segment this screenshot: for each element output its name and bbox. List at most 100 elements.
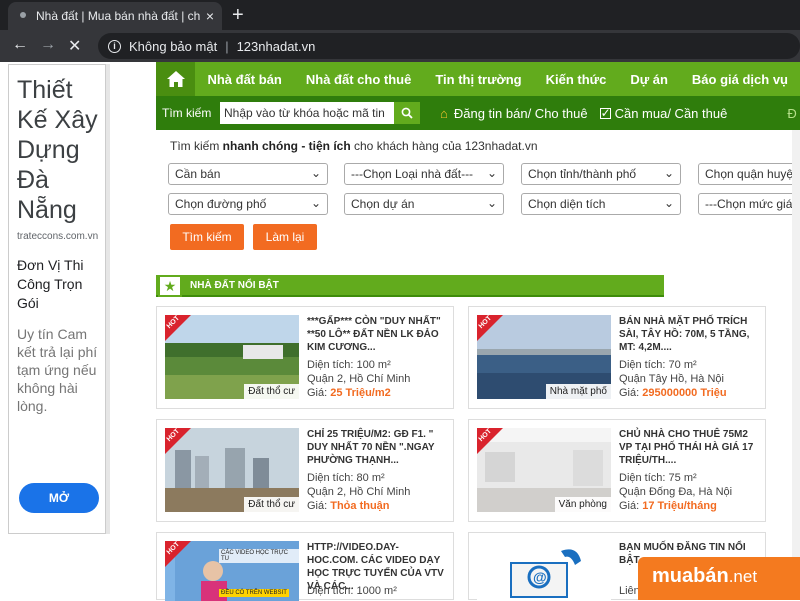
home-button[interactable] xyxy=(156,62,196,96)
svg-text:@: @ xyxy=(533,569,547,585)
listing-title[interactable]: CHỦ NHÀ CHO THUÊ 75M2 VP TẠI PHỐ THÁI HÀ… xyxy=(619,428,761,467)
email-icon: @ xyxy=(477,541,611,601)
chevron-down-icon: ⌄ xyxy=(663,166,674,180)
chevron-down-icon: ⌄ xyxy=(663,196,674,210)
listing-price: 17 Triệu/tháng xyxy=(642,500,717,512)
star-icon: ★ xyxy=(158,275,182,297)
page-scrollbar[interactable] xyxy=(792,130,800,557)
home-icon xyxy=(166,71,185,87)
price-range-select[interactable]: ---Chọn mức giá--- xyxy=(698,193,800,215)
street-select[interactable]: Chọn đường phố ⌄ xyxy=(168,193,328,215)
browser-tabbar: Nhà đất | Mua bán nhà đất | cho × + xyxy=(0,0,800,30)
quick-search-label: Tìm kiếm xyxy=(162,106,212,120)
nav-item-knowledge[interactable]: Kiến thức xyxy=(534,72,619,87)
nav-item-projects[interactable]: Dự án xyxy=(618,72,680,87)
area-select[interactable]: Chọn diện tích ⌄ xyxy=(521,193,681,215)
listing-title[interactable]: CHỈ 25 TRIỆU/M2: GĐ F1. " DUY NHẤT 70 NỀ… xyxy=(307,428,449,467)
listing-thumbnail[interactable]: HOT Đất thổ cư xyxy=(165,315,299,399)
tagline-bold: nhanh chóng - tiện ích xyxy=(222,139,351,153)
listing-title[interactable]: BÁN NHÀ MẶT PHỐ TRÍCH SÀI, TÂY HỒ: 70M, … xyxy=(619,315,761,354)
select-value: ---Chọn mức giá--- xyxy=(705,197,800,211)
listing-thumbnail[interactable]: CÁC VIDEO HỌC TRỰC TU ĐỀU CÓ TRÊN WEBSIT… xyxy=(165,541,299,601)
listing-price-line: Giá: Thỏa thuận xyxy=(307,500,390,512)
keyword-search-button[interactable] xyxy=(394,102,420,124)
tab-title: Nhà đất | Mua bán nhà đất | cho xyxy=(36,9,200,23)
back-arrow-icon[interactable]: ← xyxy=(12,36,28,54)
thumb-caption-1: CÁC VIDEO HỌC TRỰC TU xyxy=(219,549,299,563)
reset-button[interactable]: Làm lại xyxy=(253,224,317,250)
buy-rent-label: Cần mua/ Cần thuê xyxy=(614,105,728,121)
ad-divider xyxy=(106,64,110,534)
listing-category-badge: Đất thổ cư xyxy=(244,384,299,399)
post-listing-label: Đăng tin bán/ Cho thuê xyxy=(453,105,588,121)
section-title: NHÀ ĐẤT NỔI BẬT xyxy=(190,280,279,291)
stop-loading-icon[interactable]: ✕ xyxy=(68,36,81,56)
ad-open-button[interactable]: MỞ xyxy=(19,483,99,513)
listing-category-badge: Văn phòng xyxy=(554,497,611,512)
property-type-select[interactable]: ---Chọn Loại nhà đất--- ⌄ xyxy=(344,163,504,185)
house-icon: ⌂ xyxy=(440,105,448,121)
listing-price-line: Giá: 295000000 Triệu xyxy=(619,387,727,399)
listing-card[interactable]: HOT Đất thổ cư ***GẤP*** CÒN "DUY NHẤT" … xyxy=(156,306,454,409)
listing-thumbnail[interactable]: @ xyxy=(477,541,611,601)
listing-card[interactable]: HOT Văn phòng CHỦ NHÀ CHO THUÊ 75M2 VP T… xyxy=(468,419,766,522)
listing-price-line: Giá: 17 Triệu/tháng xyxy=(619,500,717,512)
nav-item-market-news[interactable]: Tin thị trường xyxy=(423,72,533,87)
subnav-trailing-link[interactable]: Đ xyxy=(787,106,796,121)
browser-toolbar: ← → ✕ i Không bảo mật | 123nhadat.vn xyxy=(0,30,800,62)
forward-arrow-icon[interactable]: → xyxy=(40,36,56,54)
close-icon[interactable]: × xyxy=(206,8,214,24)
select-value: ---Chọn Loại nhà đất--- xyxy=(351,167,474,181)
listing-thumbnail[interactable]: HOT Đất thổ cư xyxy=(165,428,299,512)
logo-text: muabán.net xyxy=(652,565,757,588)
listing-location: Quận 2, Hồ Chí Minh xyxy=(307,373,411,385)
select-value: Chọn đường phố xyxy=(175,197,267,211)
tagline-prefix: Tìm kiếm xyxy=(170,139,223,153)
select-value: Chọn dự án xyxy=(351,197,415,211)
post-listing-link[interactable]: ⌂ Đăng tin bán/ Cho thuê xyxy=(440,106,588,121)
featured-section-header: ★ NHÀ ĐẤT NỔI BẬT xyxy=(156,275,664,297)
chevron-down-icon: ⌄ xyxy=(310,166,321,180)
sub-nav: Tìm kiếm ⌂ Đăng tin bán/ Cho thuê ✓ Cần … xyxy=(156,96,800,130)
province-select[interactable]: Chọn tỉnh/thành phố ⌄ xyxy=(521,163,681,185)
search-tagline: Tìm kiếm nhanh chóng - tiện ích cho khác… xyxy=(170,139,538,153)
price-label: Giá: xyxy=(307,500,331,512)
select-value: Chọn quận huyện xyxy=(705,167,800,181)
ad-title[interactable]: Thiết Kế Xây Dựng Đà Nẵng xyxy=(17,75,105,225)
listing-thumbnail[interactable]: HOT Văn phòng xyxy=(477,428,611,512)
listing-card[interactable]: HOT Đất thổ cư CHỈ 25 TRIỆU/M2: GĐ F1. "… xyxy=(156,419,454,522)
listing-price: 25 Triệu/m2 xyxy=(330,387,391,399)
nav-item-rent[interactable]: Nhà đất cho thuê xyxy=(294,72,423,87)
info-icon[interactable]: i xyxy=(108,39,121,53)
listing-card[interactable]: CÁC VIDEO HỌC TRỰC TU ĐỀU CÓ TRÊN WEBSIT… xyxy=(156,532,454,601)
search-button[interactable]: Tìm kiếm xyxy=(170,224,244,250)
buy-rent-link[interactable]: ✓ Cần mua/ Cần thuê xyxy=(599,105,728,121)
listing-card[interactable]: HOT Nhà mặt phố BÁN NHÀ MẶT PHỐ TRÍCH SÀ… xyxy=(468,306,766,409)
ad-domain[interactable]: trateccons.com.vn xyxy=(17,231,105,242)
listing-area: Diện tích: 100 m² xyxy=(307,359,391,371)
logo-suffix: .net xyxy=(728,567,758,586)
new-tab-button[interactable]: + xyxy=(232,4,244,27)
listing-title[interactable]: ***GẤP*** CÒN "DUY NHẤT" **50 LÔ** ĐẤT N… xyxy=(307,315,449,354)
favicon-icon xyxy=(20,12,26,18)
address-bar[interactable]: i Không bảo mật | 123nhadat.vn xyxy=(98,33,800,59)
nav-item-service-quote[interactable]: Báo giá dịch vụ xyxy=(680,72,800,87)
nav-item-sale[interactable]: Nhà đất bán xyxy=(195,72,293,87)
listing-area: Diện tích: 75 m² xyxy=(619,472,697,484)
listing-price: 295000000 Triệu xyxy=(642,387,727,399)
ad-subtitle[interactable]: Đơn Vị Thi Công Trọn Gói xyxy=(17,256,105,313)
project-select[interactable]: Chọn dự án ⌄ xyxy=(344,193,504,215)
browser-tab[interactable]: Nhà đất | Mua bán nhà đất | cho × xyxy=(8,2,222,30)
checkbox-icon: ✓ xyxy=(599,105,611,120)
select-value: Chọn tỉnh/thành phố xyxy=(528,167,637,181)
listing-price: Thỏa thuận xyxy=(330,500,390,512)
chevron-down-icon: ⌄ xyxy=(310,196,321,210)
chevron-down-icon: ⌄ xyxy=(486,196,497,210)
district-select[interactable]: Chọn quận huyện xyxy=(698,163,800,185)
ad-description: Uy tín Cam kết trả lại phí tạm ứng nếu k… xyxy=(17,326,98,414)
side-advertisement[interactable]: Thiết Kế Xây Dựng Đà Nẵng trateccons.com… xyxy=(8,64,106,534)
transaction-type-select[interactable]: Cần bán ⌄ xyxy=(168,163,328,185)
listing-thumbnail[interactable]: HOT Nhà mặt phố xyxy=(477,315,611,399)
muaban-logo: muabán.net xyxy=(638,557,800,600)
keyword-search-input[interactable] xyxy=(220,102,394,124)
